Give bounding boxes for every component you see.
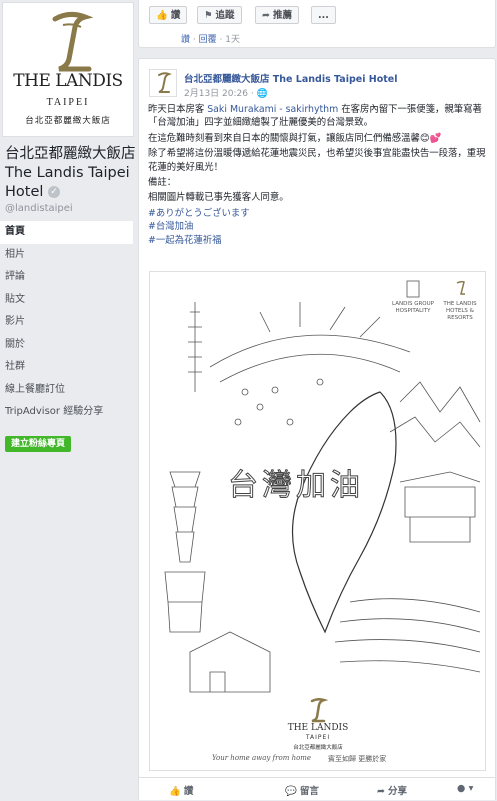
page-nav: 首頁 相片 評論 貼文 影片 關於 社群 線上餐廳訂位 TripAdvisor …	[0, 221, 133, 424]
image-logo-city: TAIPEI	[305, 734, 331, 741]
post-paragraph-2: 在這危難時刻看到來自日本的關懷與打氣，讓飯店同仁們備感溫馨😊💕	[148, 132, 442, 144]
rss-icon: ⚑	[204, 10, 213, 21]
landis-avatar-icon	[158, 72, 172, 93]
landis-group-sub: HOSPITALITY	[395, 308, 431, 314]
nav-item-community[interactable]: 社群	[0, 356, 133, 379]
thumbs-up-icon: 👍	[156, 10, 168, 21]
brand-chinese-name: 台北亞都麗緻大飯店	[25, 116, 111, 126]
post-share-button[interactable]: ➦ 分享	[377, 783, 407, 797]
recommend-page-button[interactable]: ➦ 推薦	[255, 6, 299, 24]
page-sidebar: THE LANDIS TAIPEI 台北亞都麗緻大飯店 台北亞都麗緻大飯店 Th…	[0, 0, 138, 800]
post-p1-text-a: 昨天日本房客	[148, 104, 208, 115]
post-actions-bar: 👍 讚 💬 留言 ➦ 分享 ● ▾	[139, 777, 495, 801]
post-author-name[interactable]: 台北亞都麗緻大飯店 The Landis Taipei Hotel	[184, 71, 398, 85]
public-globe-icon: 🌐	[256, 89, 268, 99]
comment-like-link[interactable]: 讚	[181, 35, 190, 45]
landis-group-name: LANDIS GROUP	[392, 301, 434, 307]
post-note-body: 相關圖片轉載已事先獲客人同意。	[148, 192, 289, 204]
landis-hotels-icon	[456, 280, 465, 295]
chevron-down-icon: ▾	[465, 783, 474, 794]
hashtag-link[interactable]: #一起為花蓮祈福	[148, 234, 490, 247]
image-footer-tagline-en: Your home away from home	[212, 754, 312, 762]
brand-city: TAIPEI	[46, 97, 90, 108]
comment-icon: 💬	[285, 786, 297, 797]
nav-item-posts[interactable]: 貼文	[0, 289, 133, 312]
landis-hotels-name: THE LANDIS	[443, 301, 477, 307]
share-arrow-icon: ➦	[262, 10, 270, 21]
image-slogan: 台灣加油	[228, 468, 364, 504]
create-page-button[interactable]: 建立粉絲專頁	[5, 436, 72, 452]
post-share-label: 分享	[387, 786, 407, 797]
comment-time: 1天	[225, 35, 240, 45]
image-logo-name: THE LANDIS	[287, 723, 349, 733]
post-audience-selector[interactable]: ● ▾	[457, 783, 473, 794]
hashtag-link[interactable]: #台灣加油	[148, 220, 490, 233]
post-timestamp[interactable]: 2月13日 20:26 · 🌐	[184, 86, 268, 99]
page-profile-logo[interactable]: THE LANDIS TAIPEI 台北亞都麗緻大飯店	[2, 2, 134, 137]
comment-reply-line: 讚 · 回覆 · 1天	[181, 35, 240, 45]
landis-group-icon	[406, 280, 420, 298]
post-time-text: 2月13日 20:26 ·	[184, 89, 254, 99]
nav-item-restaurant-booking[interactable]: 線上餐廳訂位	[0, 379, 133, 402]
page-handle[interactable]: @landistaipei	[5, 203, 73, 214]
share-arrow-icon: ➦	[377, 786, 385, 797]
page-actions-card: 👍 讚 ⚑ 追蹤 ➦ 推薦 ... 讚 · 回覆 · 1天	[138, 0, 496, 48]
more-options-button[interactable]: ...	[311, 6, 336, 24]
landis-logo-icon	[310, 697, 329, 723]
recommend-page-label: 推薦	[272, 10, 292, 21]
follow-page-button[interactable]: ⚑ 追蹤	[197, 6, 242, 24]
nav-item-home[interactable]: 首頁	[0, 221, 133, 244]
image-footer-logo: THE LANDIS TAIPEI 台北亞都麗緻大飯店	[278, 697, 358, 753]
nav-item-photos[interactable]: 相片	[0, 244, 133, 267]
post-author-avatar[interactable]	[149, 69, 177, 97]
post-paragraph-3: 除了希望將這份溫暖傳遞給花蓮地震災民，也希望災後事宜能盡快告一段落，重現花蓮的美…	[148, 148, 486, 173]
like-page-button[interactable]: 👍 讚	[149, 6, 188, 24]
thumbs-up-icon: 👍	[169, 786, 181, 797]
image-logo-chinese: 台北亞都麗緻大飯店	[293, 745, 343, 751]
follow-page-label: 追蹤	[215, 10, 235, 21]
page-title-text: 台北亞都麗緻大飯店 The Landis Taipei Hotel	[5, 146, 136, 200]
post-photo[interactable]: 台灣加油 LANDIS GROUP HOSPITALITY THE LANDIS H…	[149, 271, 486, 771]
post-comment-label: 留言	[299, 786, 319, 797]
image-footer-tagline-cn: 賓至如歸 更勝於家	[328, 755, 387, 763]
guest-profile-link[interactable]: Saki Murakami - sakirhythm	[207, 104, 338, 115]
landis-hotels-logo: THE LANDIS HOTELS & RESORTS	[435, 280, 485, 322]
nav-item-tripadvisor[interactable]: TripAdvisor 經驗分享	[0, 401, 133, 424]
post-card: 台北亞都麗緻大飯店 The Landis Taipei Hotel 2月13日 …	[138, 58, 496, 800]
hashtag-link[interactable]: #ありがとうございます	[148, 207, 490, 220]
post-body: 昨天日本房客 Saki Murakami - sakirhythm 在客房內留下…	[148, 103, 490, 247]
post-comment-button[interactable]: 💬 留言	[285, 783, 319, 797]
post-paragraph-1: 昨天日本房客 Saki Murakami - sakirhythm 在客房內留下…	[148, 103, 490, 130]
like-page-label: 讚	[170, 10, 181, 21]
nav-item-reviews[interactable]: 評論	[0, 266, 133, 289]
comment-reply-link[interactable]: 回覆	[199, 35, 217, 45]
post-note-title: 備註：	[148, 177, 177, 189]
brand-name: THE LANDIS	[13, 71, 123, 91]
landis-hotels-sub: HOTELS & RESORTS	[446, 308, 474, 321]
page-title[interactable]: 台北亞都麗緻大飯店 The Landis Taipei Hotel ✓	[5, 145, 137, 202]
post-like-label: 讚	[183, 786, 194, 797]
nav-item-videos[interactable]: 影片	[0, 311, 133, 334]
nav-item-about[interactable]: 關於	[0, 334, 133, 357]
landis-monogram-icon	[52, 11, 94, 72]
post-like-button[interactable]: 👍 讚	[169, 783, 193, 797]
verified-badge-icon: ✓	[48, 186, 61, 198]
landis-group-logo: LANDIS GROUP HOSPITALITY	[388, 280, 438, 315]
